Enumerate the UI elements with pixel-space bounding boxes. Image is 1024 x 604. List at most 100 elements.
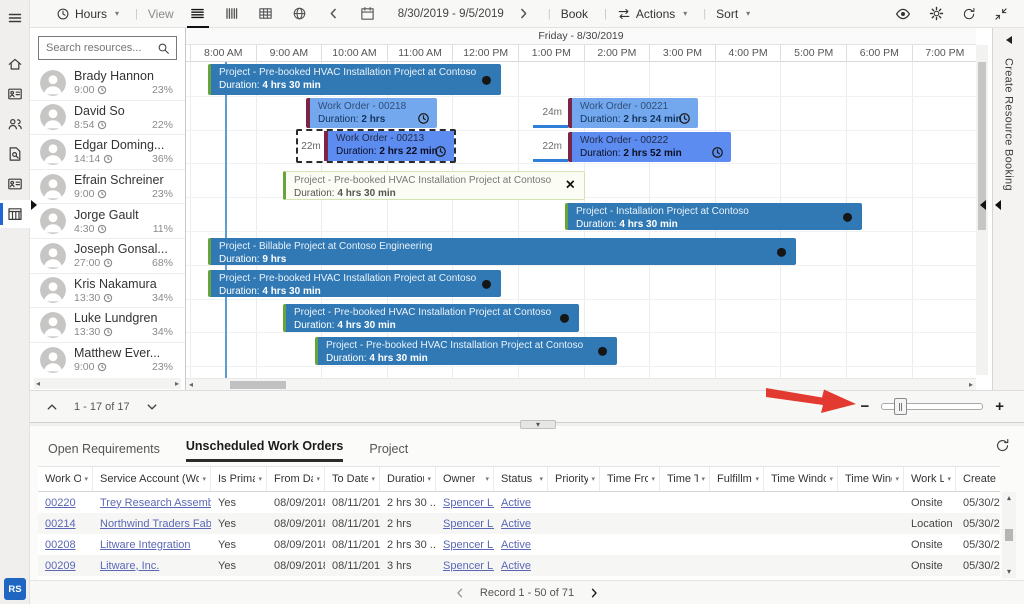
- resource-row[interactable]: Luke Lundgren13:30 34%: [30, 308, 185, 343]
- filter-caret-icon[interactable]: ▾: [482, 475, 489, 483]
- booking-bar[interactable]: Work Order - 00222Duration: 2 hrs 52 min: [568, 132, 731, 162]
- date-range[interactable]: 8/30/2019 - 9/5/2019: [398, 8, 504, 20]
- tab-open-requirements[interactable]: Open Requirements: [48, 442, 160, 462]
- resource-row[interactable]: Efrain Schreiner9:00 23%: [30, 170, 185, 205]
- zoom-in-button[interactable]: +: [995, 399, 1004, 414]
- table-row[interactable]: 00209Litware, Inc.Yes08/09/201808/11/201…: [38, 555, 1000, 576]
- scrollbar-thumb[interactable]: [230, 381, 286, 389]
- resource-card-icon[interactable]: [0, 170, 30, 198]
- schedule-board-icon[interactable]: [0, 200, 30, 228]
- column-header[interactable]: Duration▾: [380, 467, 436, 491]
- resource-hscrollbar[interactable]: ◂ ▸: [34, 378, 181, 389]
- resource-row[interactable]: Jorge Gault4:30 11%: [30, 204, 185, 239]
- calendar-icon[interactable]: [356, 6, 380, 21]
- record-link[interactable]: Trey Research Assembly: [100, 497, 211, 509]
- booking-bar[interactable]: Work Order - 00221Duration: 2 hrs 24 min: [568, 98, 698, 128]
- page-up-icon[interactable]: [46, 401, 58, 413]
- column-header[interactable]: Time Window St▾: [764, 467, 838, 491]
- gantt-vscrollbar[interactable]: [976, 45, 988, 375]
- list-view-icon[interactable]: [186, 6, 210, 21]
- panel-splitter[interactable]: ▾: [30, 422, 1024, 426]
- record-link[interactable]: Active: [501, 560, 531, 572]
- record-link[interactable]: Northwind Traders Fabric...: [100, 518, 211, 530]
- resource-row[interactable]: Matthew Ever...9:00 23%: [30, 343, 185, 376]
- resource-row[interactable]: Brady Hannon9:00 23%: [30, 66, 185, 101]
- map-view-icon[interactable]: [288, 6, 312, 21]
- people-icon[interactable]: [0, 110, 30, 138]
- column-header[interactable]: Is Primar▾: [211, 467, 267, 491]
- resource-row[interactable]: David So8:54 22%: [30, 101, 185, 136]
- file-search-icon[interactable]: [0, 140, 30, 168]
- filter-caret-icon[interactable]: ▾: [752, 475, 759, 483]
- expand-pane-icon[interactable]: [1006, 36, 1012, 44]
- zoom-slider-thumb[interactable]: [894, 398, 907, 415]
- booking-bar[interactable]: Project - Pre-booked HVAC Installation P…: [283, 304, 579, 332]
- scroll-up-icon[interactable]: ▾: [1007, 494, 1011, 503]
- filter-caret-icon[interactable]: ▾: [81, 475, 88, 483]
- user-avatar-badge[interactable]: RS: [4, 578, 26, 600]
- record-link[interactable]: Active: [501, 518, 531, 530]
- contact-card-icon[interactable]: [0, 80, 30, 108]
- table-row[interactable]: 00220Trey Research AssemblyYes08/09/2018…: [38, 492, 1000, 513]
- column-header[interactable]: Time To▾: [660, 467, 710, 491]
- close-icon[interactable]: ×: [566, 177, 575, 193]
- visibility-icon[interactable]: [895, 6, 911, 22]
- column-header[interactable]: Fulfillme▾: [710, 467, 764, 491]
- next-period-icon[interactable]: [512, 7, 536, 20]
- filter-caret-icon[interactable]: ▾: [368, 475, 375, 483]
- filter-caret-icon[interactable]: ▾: [424, 475, 431, 483]
- hours-scale-dropdown[interactable]: Hours ▾: [56, 7, 119, 21]
- book-button[interactable]: Book: [561, 7, 588, 21]
- next-records-icon[interactable]: [588, 587, 600, 599]
- record-link[interactable]: 00214: [45, 518, 76, 530]
- gantt-hscrollbar[interactable]: ◂ ▸: [186, 378, 976, 390]
- refresh-grid-icon[interactable]: [995, 438, 1010, 453]
- pane-collapse-handle[interactable]: [995, 200, 1001, 210]
- previous-period-icon[interactable]: [322, 7, 346, 20]
- column-header[interactable]: Work Or▾: [38, 467, 93, 491]
- filter-caret-icon[interactable]: ▾: [588, 475, 595, 483]
- tab-project[interactable]: Project: [369, 442, 408, 462]
- hamburger-menu-icon[interactable]: [0, 4, 30, 32]
- column-header[interactable]: Created▾: [956, 467, 1000, 491]
- zoom-slider[interactable]: [881, 403, 983, 410]
- filter-caret-icon[interactable]: ▾: [255, 475, 262, 483]
- booking-bar-cancelled[interactable]: Project - Pre-booked HVAC Installation P…: [283, 171, 585, 200]
- actions-dropdown[interactable]: Actions ▾: [617, 7, 687, 21]
- tab-unscheduled-work-orders[interactable]: Unscheduled Work Orders: [186, 439, 343, 462]
- record-link[interactable]: Active: [501, 539, 531, 551]
- filter-caret-icon[interactable]: ▾: [313, 475, 320, 483]
- booking-bar[interactable]: Project - Billable Project at Contoso En…: [208, 238, 796, 265]
- record-link[interactable]: 00209: [45, 560, 76, 572]
- resource-row[interactable]: Edgar Doming...14:14 36%: [30, 135, 185, 170]
- table-row[interactable]: 00208Litware IntegrationYes08/09/201808/…: [38, 534, 1000, 555]
- panel-splitter-handle[interactable]: ▾: [520, 420, 556, 429]
- panel-collapse-handle[interactable]: [980, 200, 986, 210]
- scroll-left-icon[interactable]: ◂: [36, 379, 40, 388]
- record-link[interactable]: Spencer L...: [443, 539, 494, 551]
- booking-bar[interactable]: Work Order - 00218Duration: 2 hrs: [306, 98, 437, 128]
- booking-bar-selected[interactable]: 22mWork Order - 00213Duration: 2 hrs 22 …: [296, 129, 456, 163]
- filter-caret-icon[interactable]: ▾: [536, 475, 543, 483]
- filter-caret-icon[interactable]: ▾: [892, 475, 899, 483]
- filter-caret-icon[interactable]: ▾: [944, 475, 951, 483]
- filter-caret-icon[interactable]: ▾: [826, 475, 833, 483]
- panel-expand-handle[interactable]: [31, 200, 37, 210]
- record-link[interactable]: Spencer L...: [443, 560, 494, 572]
- column-header[interactable]: Status▾: [494, 467, 548, 491]
- booking-bar[interactable]: Project - Pre-booked HVAC Installation P…: [208, 64, 501, 95]
- column-header[interactable]: Priority▾: [548, 467, 600, 491]
- filter-caret-icon[interactable]: ▾: [996, 475, 1000, 483]
- record-link[interactable]: 00208: [45, 539, 76, 551]
- record-link[interactable]: Active: [501, 497, 531, 509]
- table-row[interactable]: 00214Northwind Traders Fabric...Yes08/09…: [38, 513, 1000, 534]
- record-link[interactable]: Litware Integration: [100, 539, 191, 551]
- scroll-right-icon[interactable]: ▸: [969, 380, 973, 389]
- collapse-diagonal-icon[interactable]: [994, 7, 1008, 21]
- scrollbar-thumb[interactable]: [1005, 529, 1013, 541]
- filter-caret-icon[interactable]: ▾: [199, 475, 206, 483]
- filter-caret-icon[interactable]: ▾: [698, 475, 705, 483]
- grid-view-icon[interactable]: [254, 6, 278, 21]
- column-header[interactable]: Time From P▾: [600, 467, 660, 491]
- booking-bar[interactable]: Project - Installation Project at Contos…: [565, 203, 862, 230]
